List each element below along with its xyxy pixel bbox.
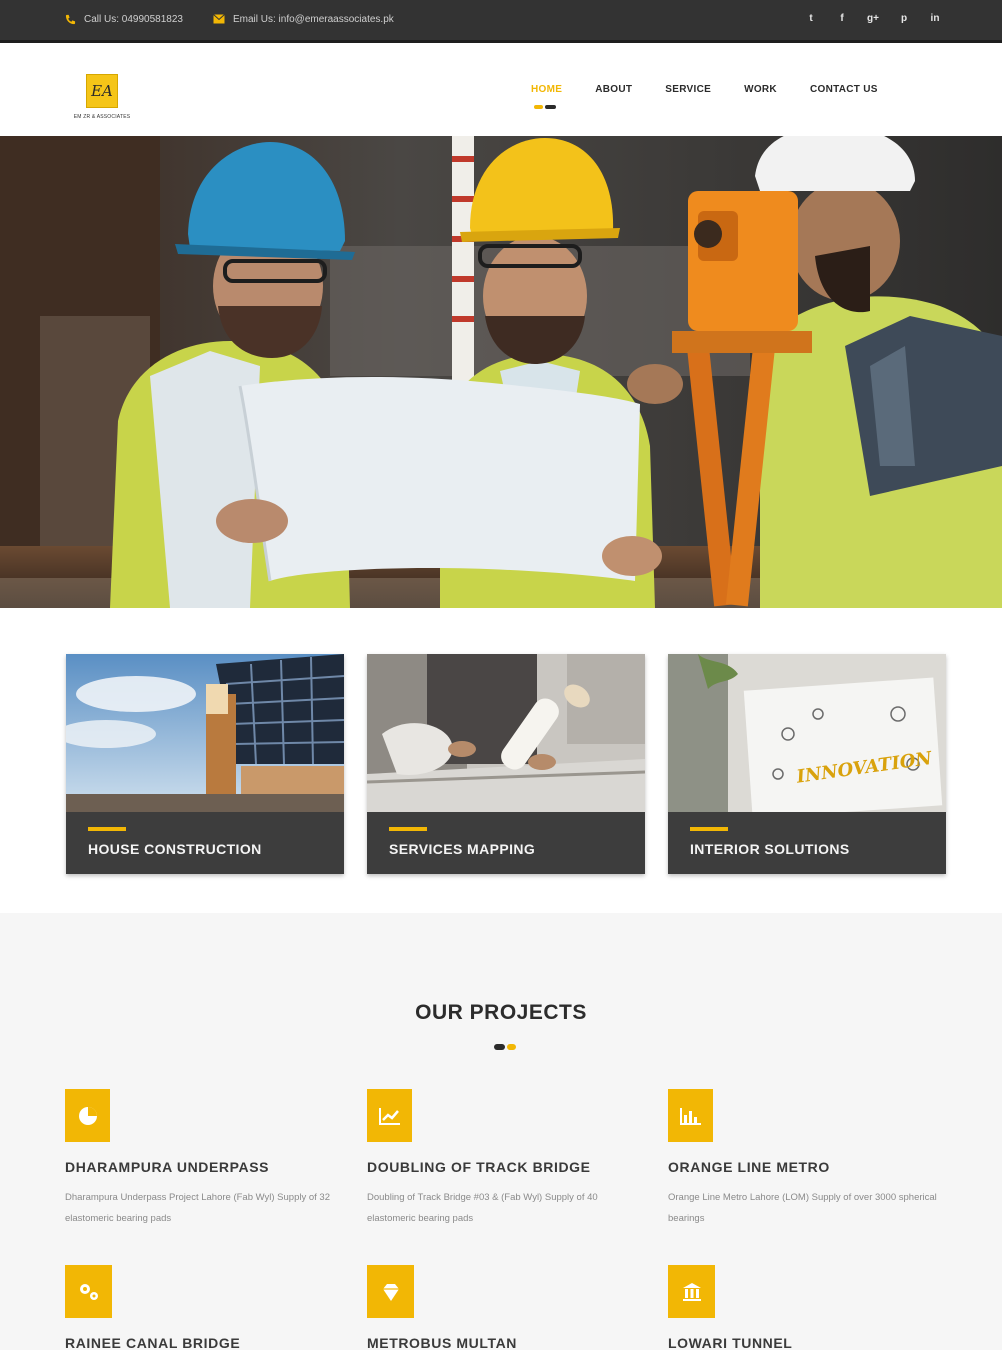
interior-solutions-image: INNOVATION (668, 654, 946, 819)
project-description: Orange Line Metro Lahore (LOM) Supply of… (668, 1192, 937, 1224)
services-mapping-image (367, 654, 645, 812)
facebook-icon[interactable]: f (835, 11, 849, 25)
nav-work[interactable]: WORK (744, 84, 777, 95)
bar-chart-icon (668, 1089, 713, 1142)
nav-home[interactable]: HOME (531, 84, 563, 109)
projects-section: OUR PROJECTS DHARAMPURA UNDERPASS Dharam… (0, 913, 1002, 1351)
phone-contact[interactable]: Call Us: 04990581823 (64, 13, 183, 25)
project-name: ORANGE LINE METRO (668, 1159, 830, 1175)
service-card-services-mapping[interactable]: SERVICES MAPPING (367, 654, 645, 874)
house-construction-image (66, 654, 344, 812)
diamond-icon (367, 1265, 414, 1318)
project-name: DOUBLING OF TRACK BRIDGE (367, 1159, 591, 1175)
service-caption: INTERIOR SOLUTIONS (668, 812, 946, 874)
project-name: DHARAMPURA UNDERPASS (65, 1159, 270, 1175)
heading-divider (494, 1044, 516, 1050)
twitter-icon[interactable]: t (804, 11, 818, 25)
pinterest-icon[interactable]: p (897, 11, 911, 25)
nav-about-label: ABOUT (595, 84, 633, 95)
service-card-house-construction[interactable]: HOUSE CONSTRUCTION (66, 654, 344, 874)
nav-service[interactable]: SERVICE (665, 84, 711, 95)
linkedin-icon[interactable]: in (928, 11, 942, 25)
gears-icon (65, 1265, 112, 1318)
google-plus-icon[interactable]: g+ (866, 11, 880, 25)
site-logo[interactable]: EA EM ZR & ASSOCIATES (66, 74, 138, 122)
hero-image (0, 136, 1002, 608)
service-title: HOUSE CONSTRUCTION (88, 841, 262, 857)
accent-bar (690, 827, 728, 831)
social-links: t f g+ p in (804, 11, 942, 25)
envelope-icon (213, 13, 225, 25)
nav-about[interactable]: ABOUT (595, 84, 632, 95)
service-card-interior-solutions[interactable]: INNOVATION INTERIOR SOLUTIONS (668, 654, 946, 874)
project-description: Doubling of Track Bridge #03 & (Fab Wyl)… (367, 1192, 598, 1224)
logo-text: EM ZR & ASSOCIATES (73, 114, 131, 120)
nav-contact[interactable]: CONTACT US (810, 84, 878, 95)
main-nav: HOME ABOUT SERVICE WORK CONTACT US (531, 84, 878, 109)
main-header: EA EM ZR & ASSOCIATES HOME ABOUT SERVICE… (0, 46, 1002, 136)
services-section: HOUSE CONSTRUCTION SERVICES MAPPING INNO… (0, 608, 1002, 913)
service-caption: HOUSE CONSTRUCTION (66, 812, 344, 874)
logo-mark: EA (86, 74, 118, 108)
top-bar: Call Us: 04990581823 Email Us: info@emer… (0, 0, 1002, 43)
project-name: RAINEE CANAL BRIDGE (65, 1335, 241, 1351)
phone-icon (64, 13, 76, 25)
nav-service-label: SERVICE (665, 84, 712, 95)
project-name: LOWARI TUNNEL (668, 1335, 793, 1351)
projects-heading: OUR PROJECTS (415, 1001, 587, 1024)
nav-home-label: HOME (531, 84, 563, 95)
project-description: Dharampura Underpass Project Lahore (Fab… (65, 1192, 330, 1224)
email-text: Email Us: info@emeraassociates.pk (233, 13, 394, 25)
service-title: SERVICES MAPPING (389, 841, 536, 857)
building-icon (668, 1265, 715, 1318)
phone-text: Call Us: 04990581823 (84, 13, 183, 25)
service-title: INTERIOR SOLUTIONS (690, 841, 850, 857)
accent-bar (389, 827, 427, 831)
nav-contact-label: CONTACT US (809, 84, 878, 95)
pie-chart-icon (65, 1089, 110, 1142)
line-chart-icon (367, 1089, 412, 1142)
email-contact[interactable]: Email Us: info@emeraassociates.pk (213, 13, 394, 25)
accent-bar (88, 827, 126, 831)
project-name: METROBUS MULTAN (367, 1335, 518, 1351)
nav-work-label: WORK (744, 84, 777, 95)
active-indicator (534, 105, 556, 109)
service-caption: SERVICES MAPPING (367, 812, 645, 874)
